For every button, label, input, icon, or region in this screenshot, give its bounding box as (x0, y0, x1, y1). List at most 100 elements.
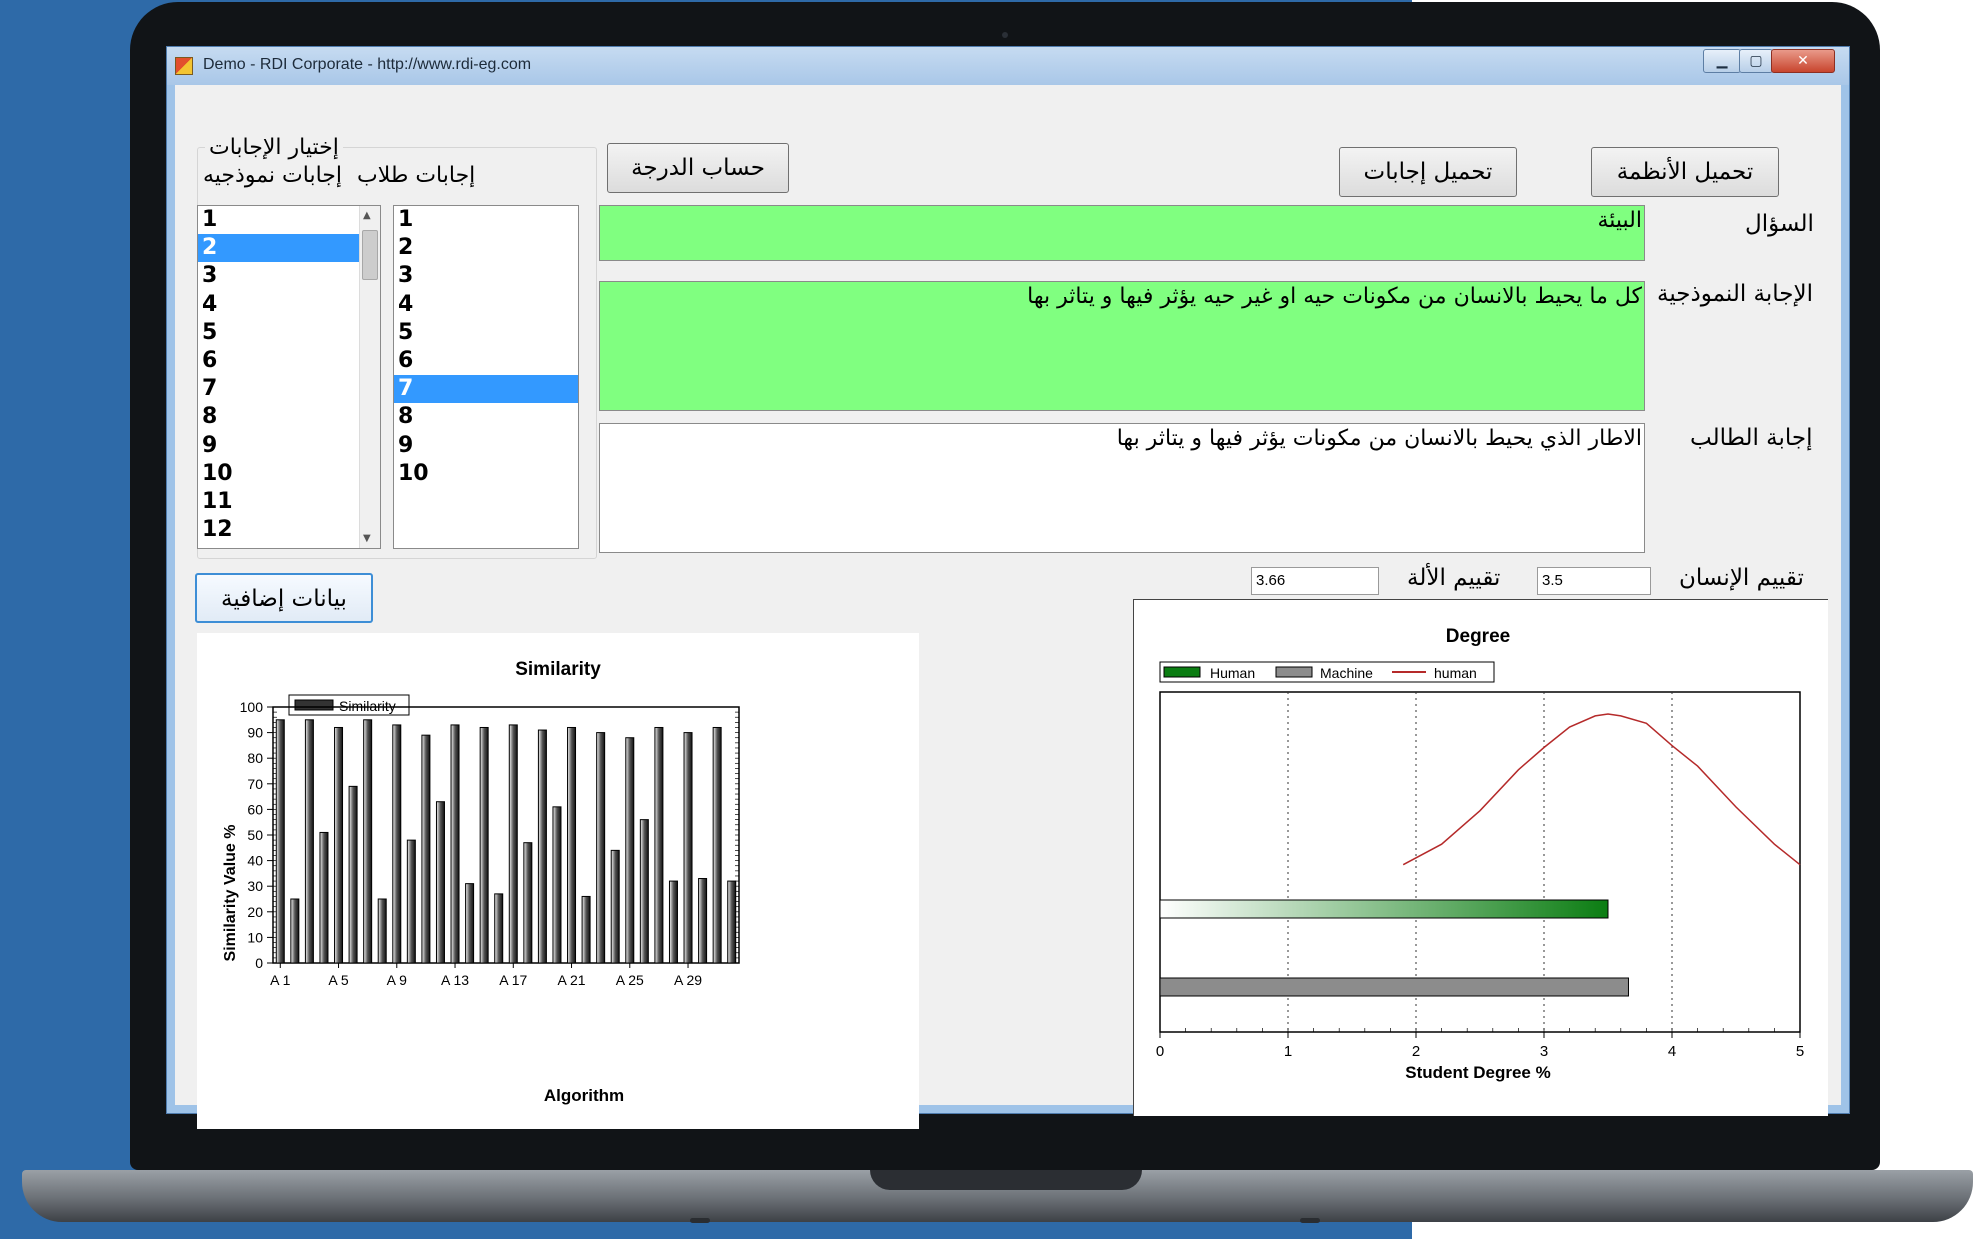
similarity-bar (392, 724, 402, 964)
similarity-y-tick-label: 90 (247, 725, 263, 741)
similarity-bar (290, 898, 300, 964)
similarity-bar (596, 732, 606, 964)
degree-x-tick-label: 2 (1412, 1043, 1420, 1060)
model-answer-item[interactable]: 8 (198, 403, 380, 431)
extra-data-button[interactable]: بيانات إضافية (195, 573, 373, 623)
model-answer-item[interactable]: 4 (198, 291, 380, 319)
answer-picker-title: إختيار الإجابات (205, 135, 343, 160)
student-answer-item[interactable]: 8 (394, 403, 578, 431)
model-answer-field[interactable]: كل ما يحيط بالانسان من مكونات حيه او غير… (599, 281, 1645, 411)
similarity-y-tick-label: 20 (247, 904, 263, 920)
similarity-bar (523, 842, 533, 964)
similarity-bar (552, 806, 562, 964)
close-button[interactable]: ✕ (1771, 49, 1835, 73)
similarity-x-axis-label: Algorithm (544, 1086, 624, 1105)
model-answer-label: الإجابة النموذجية (1657, 281, 1814, 307)
similarity-bar (567, 726, 577, 964)
similarity-bar (479, 726, 489, 964)
similarity-bar (435, 801, 445, 964)
human-rating-field[interactable]: 3.5 (1537, 567, 1651, 595)
similarity-bar (668, 880, 678, 964)
similarity-bar (465, 883, 475, 964)
similarity-y-tick-label: 10 (247, 929, 263, 945)
similarity-y-tick-label: 70 (247, 776, 263, 792)
load-systems-button[interactable]: تحميل الأنظمة (1591, 147, 1779, 197)
similarity-x-tick-label: A 13 (441, 972, 469, 988)
title-bar[interactable]: Demo - RDI Corporate - http://www.rdi-eg… (167, 47, 1849, 85)
student-answers-heading: إجابات طلاب (357, 163, 476, 188)
similarity-y-tick-label: 0 (255, 955, 263, 971)
degree-chart-title: Degree (1446, 626, 1510, 647)
machine-rating-label: تقييم الألة (1407, 565, 1501, 591)
similarity-bar (275, 719, 285, 964)
degree-chart: Degree Human Machine human Student Degre… (1156, 626, 1804, 1082)
model-answer-item[interactable]: 12 (198, 516, 380, 544)
similarity-bar (319, 831, 329, 964)
client-area: إختيار الإجابات إجابات نموذجيه إجابات طل… (175, 85, 1841, 1129)
similarity-bar (537, 729, 547, 964)
question-field[interactable]: البيئة (599, 205, 1645, 261)
degree-legend-curve-label: human (1434, 665, 1477, 681)
student-answer-item[interactable]: 4 (394, 291, 578, 319)
model-list-scrollbar[interactable]: ▲ ▼ (359, 206, 380, 548)
model-answer-item[interactable]: 9 (198, 432, 380, 460)
similarity-chart-title: Similarity (515, 659, 601, 680)
question-text: البيئة (1597, 208, 1642, 233)
machine-rating-field[interactable]: 3.66 (1251, 567, 1379, 595)
laptop-hinge-notch (870, 1170, 1142, 1190)
similarity-y-tick-label: 60 (247, 801, 263, 817)
similarity-x-tick-label: A 17 (499, 972, 527, 988)
similarity-x-tick-label: A 29 (674, 972, 702, 988)
model-answers-list[interactable]: 1 2 3 4 5 6 7 8 9 10 11 12 ▲ ▼ (197, 205, 381, 549)
load-answers-button[interactable]: تحميل إجابات (1339, 147, 1517, 197)
student-answer-item[interactable]: 5 (394, 319, 578, 347)
similarity-bar (639, 819, 649, 964)
model-answer-item[interactable]: 7 (198, 375, 380, 403)
maximize-button[interactable]: ▢ (1739, 49, 1773, 73)
similarity-x-tick-label: A 25 (616, 972, 644, 988)
similarity-bar (450, 724, 460, 964)
similarity-bar (610, 849, 620, 964)
similarity-chart: Similarity Similarity Algorithm Similari… (222, 659, 740, 1105)
laptop-foot-right (1300, 1218, 1320, 1223)
degree-human-curve (1402, 713, 1801, 866)
similarity-bar (508, 724, 518, 964)
similarity-bar (581, 895, 591, 964)
scroll-down-icon[interactable]: ▼ (363, 533, 371, 544)
similarity-bar (654, 726, 664, 964)
model-answer-item[interactable]: 3 (198, 262, 380, 290)
minimize-button[interactable]: ▁ (1703, 49, 1741, 73)
model-answer-item[interactable]: 6 (198, 347, 380, 375)
degree-legend-human-swatch (1163, 666, 1201, 678)
model-answer-item[interactable]: 5 (198, 319, 380, 347)
degree-machine-bar (1159, 977, 1629, 997)
student-answer-item[interactable]: 9 (394, 432, 578, 460)
app-icon (175, 57, 193, 75)
student-answer-item[interactable]: 1 (394, 206, 578, 234)
similarity-bar (363, 719, 373, 964)
scroll-thumb[interactable] (362, 230, 378, 280)
student-answers-list[interactable]: 1 2 3 4 5 6 7 8 9 10 (393, 205, 579, 549)
student-answer-item[interactable]: 7 (394, 375, 578, 404)
student-answer-field[interactable]: الاطار الذي يحيط بالانسان من مكونات يؤثر… (599, 423, 1645, 553)
student-answer-item[interactable]: 3 (394, 262, 578, 290)
model-answers-heading: إجابات نموذجيه (203, 163, 342, 188)
student-answer-item[interactable]: 10 (394, 460, 578, 488)
window-title: Demo - RDI Corporate - http://www.rdi-eg… (203, 56, 532, 73)
student-answer-item[interactable]: 6 (394, 347, 578, 375)
similarity-y-tick-label: 40 (247, 853, 263, 869)
model-answer-item[interactable]: 1 (198, 206, 380, 234)
similarity-bar (712, 726, 722, 964)
similarity-bar (727, 880, 737, 964)
similarity-x-tick-label: A 21 (558, 972, 586, 988)
similarity-bar (406, 839, 416, 964)
model-answer-item[interactable]: 10 (198, 460, 380, 488)
model-answer-item[interactable]: 2 (198, 234, 380, 263)
degree-chart-panel: Degree Human Machine human Student Degre… (1133, 599, 1828, 1116)
model-answer-item[interactable]: 11 (198, 488, 380, 516)
scroll-up-icon[interactable]: ▲ (363, 210, 371, 221)
similarity-y-axis-label: Similarity Value % (222, 825, 239, 962)
student-answer-item[interactable]: 2 (394, 234, 578, 262)
calculate-grade-button[interactable]: حساب الدرجة (607, 143, 789, 193)
similarity-y-tick-label: 80 (247, 750, 263, 766)
